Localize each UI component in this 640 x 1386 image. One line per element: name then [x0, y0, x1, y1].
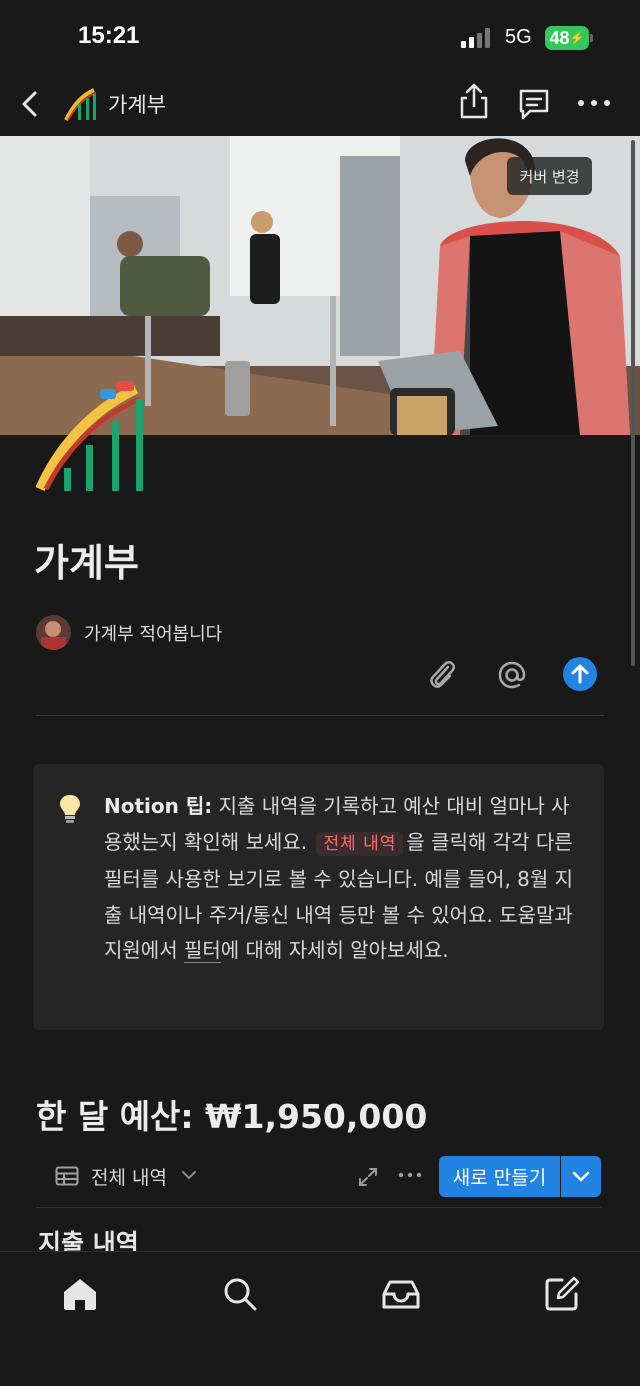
change-cover-button[interactable]: 커버 변경 — [507, 157, 592, 195]
search-icon[interactable] — [220, 1274, 260, 1314]
page-title[interactable]: 가계부 — [34, 532, 139, 587]
page-description[interactable]: 가계부 적어봅니다 — [84, 620, 222, 646]
view-tag[interactable]: 전체 내역 — [316, 831, 404, 856]
callout-text: Notion 팁: 지출 내역을 기록하고 예산 대비 얼마나 사용했는지 확인… — [104, 789, 574, 969]
share-icon[interactable] — [457, 82, 491, 120]
home-icon[interactable] — [60, 1274, 100, 1314]
mention-icon[interactable] — [496, 659, 528, 691]
filter-link[interactable]: 필터 — [183, 938, 221, 963]
divider — [36, 715, 604, 716]
status-time: 15:21 — [78, 22, 140, 49]
chevron-down-icon — [572, 1171, 590, 1182]
battery-level: 48 — [549, 27, 570, 48]
divider — [36, 1207, 601, 1208]
roller-coaster-icon — [64, 88, 97, 121]
callout-text-3: 에 대해 자세히 알아보세요. — [220, 938, 449, 962]
bottom-tab-bar — [0, 1251, 640, 1386]
attachment-icon[interactable] — [426, 658, 458, 692]
new-dropdown-button[interactable] — [561, 1156, 601, 1197]
arrow-up-icon — [571, 664, 589, 684]
nav-title[interactable]: 가계부 — [108, 89, 166, 119]
battery-cap — [590, 34, 593, 42]
inbox-icon[interactable] — [380, 1274, 422, 1314]
new-page-icon[interactable] — [542, 1274, 582, 1314]
more-icon[interactable] — [397, 1168, 423, 1182]
view-selector[interactable]: 전체 내역 — [91, 1163, 167, 1190]
callout-bold: Notion 팁: — [104, 794, 213, 818]
comment-icon[interactable] — [516, 86, 552, 122]
scrollbar[interactable] — [631, 140, 635, 666]
roller-coaster-icon[interactable] — [36, 373, 148, 491]
table-icon[interactable] — [55, 1166, 79, 1186]
budget-heading[interactable]: 한 달 예산: ₩1,950,000 — [36, 1090, 427, 1138]
back-icon[interactable] — [16, 88, 44, 120]
light-bulb-icon — [60, 795, 80, 823]
chevron-down-icon[interactable] — [180, 1168, 198, 1182]
send-button[interactable] — [563, 657, 597, 691]
network-label: 5G — [505, 26, 532, 48]
new-button[interactable]: 새로 만들기 — [439, 1156, 560, 1197]
more-icon[interactable] — [576, 92, 612, 114]
signal-icon — [461, 28, 490, 48]
battery-indicator: 48 ⚡ — [545, 26, 589, 50]
expand-icon[interactable] — [357, 1166, 379, 1188]
avatar — [36, 615, 71, 650]
